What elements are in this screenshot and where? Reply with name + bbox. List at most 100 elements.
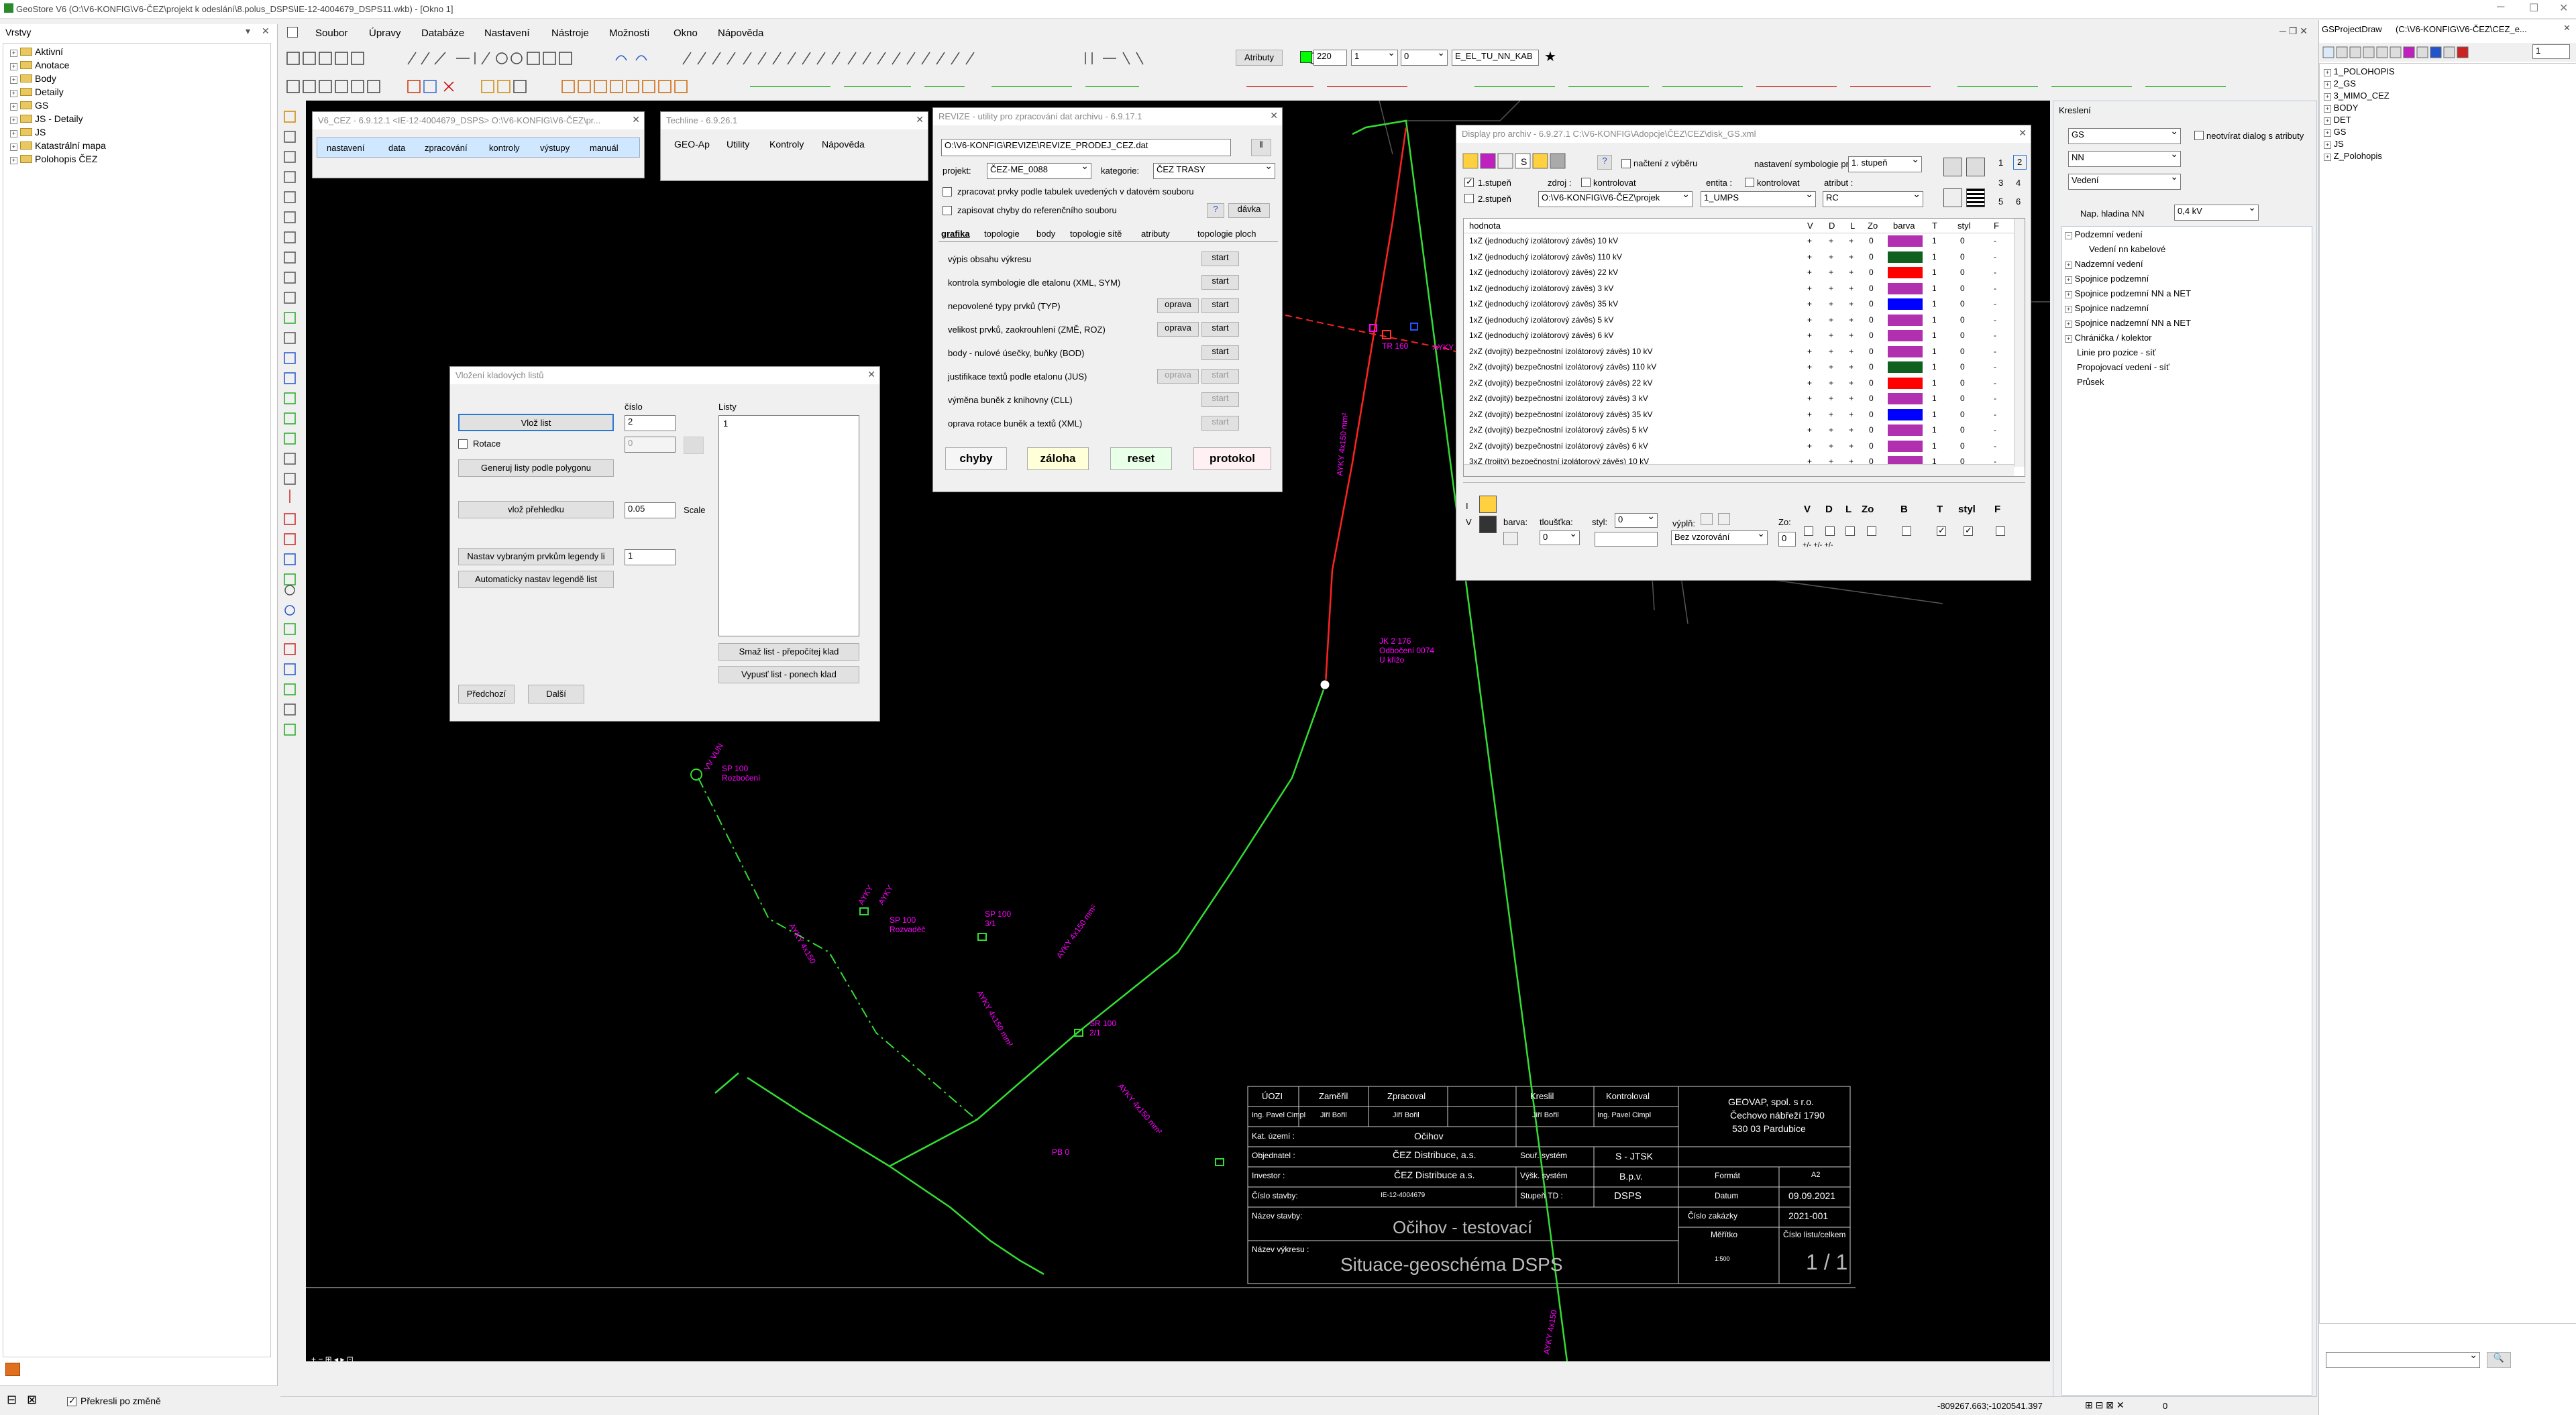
color-swatch[interactable] [1300,51,1312,63]
revize-protokol-button[interactable]: protokol [1193,447,1271,470]
display-table-row[interactable]: 2xZ (dvojitý) bezpečnostní izolátorový z… [1464,391,2014,406]
revize-start-button[interactable]: start [1201,275,1239,290]
v6cez-close-icon[interactable]: ✕ [632,114,640,125]
tree-item-detaily[interactable]: + Detaily [10,87,64,97]
gs-tree-mimo-cez[interactable]: + 3_MIMO_CEZ [2324,91,2390,101]
display-row-color-swatch[interactable] [1888,377,1923,389]
auto-legenda-button[interactable]: Automaticky nastav legendě list [458,571,614,588]
display-flag-t-checkbox[interactable] [1937,525,1946,536]
gs-tree-polohopis[interactable]: + 1_POLOHOPIS [2324,66,2395,76]
display-stupen2-checkbox[interactable] [1464,194,1474,203]
v6cez-menu-nastaveni[interactable]: nastavení [327,143,364,153]
display-entita-combo[interactable]: 1_UMPS [1701,191,1816,207]
display-nacteni-checkbox[interactable] [1621,159,1631,168]
display-table-row[interactable]: 1xZ (jednoduchý izolátorový závěs) 6 kV +… [1464,328,2014,343]
display-flag-styl-checkbox[interactable] [1964,525,1973,536]
display-table-row[interactable]: 2xZ (dvojitý) bezpečnostní izolátorový z… [1464,422,2014,438]
revize-chk-zpracovat[interactable] [943,187,952,196]
kresleni-tree-spojnice-nadzemni[interactable]: + Spojnice nadzemní [2065,303,2149,313]
layers-icon-a[interactable]: ⊟ [7,1393,17,1407]
kresleni-tree-spojnice-podzemni-nn[interactable]: + Spojnice podzemní NN a NET [2065,288,2191,298]
revize-close-icon[interactable]: ✕ [1270,110,1278,121]
techline-menu-kontroly[interactable]: Kontroly [769,139,804,150]
tree-item-polohopis-cez[interactable]: + Polohopis ČEZ [10,154,97,164]
vertical-toolbar-icons[interactable] [280,101,301,771]
display-fill-icon[interactable] [1479,516,1497,533]
kresleni-neotvirat-checkbox[interactable] [2194,131,2204,140]
display-table-vscroll[interactable] [2014,219,2025,467]
display-zdroj-kontrolovat-checkbox[interactable] [1581,178,1591,187]
display-num-4[interactable]: 4 [2016,178,2021,188]
menu-databaze[interactable]: Databáze [421,27,464,39]
display-close-icon[interactable]: ✕ [2019,127,2027,139]
v6cez-menu-data[interactable]: data [388,143,405,153]
star-icon[interactable]: ★ [1544,48,1556,65]
revize-oprava-button[interactable]: oprava [1157,322,1199,337]
display-row-color-swatch[interactable] [1888,282,1923,294]
display-table-row[interactable]: 2xZ (dvojitý) bezpečnostní izolátorový z… [1464,376,2014,391]
display-save-icon[interactable] [1966,158,1985,176]
panel-close-icon[interactable]: ✕ [262,25,270,37]
display-flag-f-checkbox[interactable] [1996,526,2005,536]
v6cez-menu-kontroly[interactable]: kontroly [489,143,520,153]
vlozeni-close-icon[interactable]: ✕ [867,369,875,380]
display-table-row[interactable]: 1xZ (jednoduchý izolátorový závěs) 5 kV +… [1464,313,2014,328]
kresleni-tree-nadzemni[interactable]: + Nadzemní vedení [2065,259,2143,269]
display-table-row[interactable]: 1xZ (jednoduchý izolátorový závěs) 110 k… [1464,249,2014,265]
menu-nastroje[interactable]: Nástroje [551,27,589,39]
display-row-color-swatch[interactable] [1888,440,1923,452]
revize-davka-button[interactable]: dávka [1228,203,1270,218]
revize-kategorie-combo[interactable]: ČEZ TRASY [1153,163,1275,179]
width-input[interactable]: 220 [1313,50,1347,66]
vlozeni-rotace-checkbox[interactable] [458,439,468,449]
gs-tree-2gs[interactable]: + 2_GS [2324,78,2356,89]
revize-reset-button[interactable]: reset [1110,447,1172,470]
techline-menu-geoap[interactable]: GEO-Ap [674,139,710,150]
kresleni-tree-propojovaci[interactable]: Propojovací vedení - síť [2077,362,2169,372]
layer-input[interactable]: E_EL_TU_NN_KAB [1452,50,1539,66]
gs-tree-z-polohopis[interactable]: + Z_Polohopis [2324,151,2382,161]
nastav-legendy-button[interactable]: Nastav vybraným prvkům legendy li [458,548,614,565]
atributy-button[interactable]: Atributy [1236,50,1283,66]
menu-nastaveni[interactable]: Nastavení [484,27,530,39]
revize-start-button[interactable]: start [1201,345,1239,360]
display-flag-d-checkbox[interactable] [1825,526,1835,536]
techline-close-icon[interactable]: ✕ [916,114,924,125]
revize-zaloha-button[interactable]: záloha [1027,447,1089,470]
revize-oprava-button[interactable]: oprava [1157,298,1199,313]
tree-item-anotace[interactable]: + Anotace [10,60,69,70]
vlozeni-listy-item[interactable]: 1 [723,418,728,429]
vlozeni-scale-input[interactable]: 0.05 [625,502,676,518]
display-row-color-swatch[interactable] [1888,298,1923,310]
display-row-color-swatch[interactable] [1888,408,1923,420]
revize-path-input[interactable]: O:\V6-KONFIG\REVIZE\REVIZE_PRODEJ_CEZ.da… [941,139,1231,156]
display-tloustka-combo[interactable]: 0 [1540,530,1580,545]
kresleni-combo-gs[interactable]: GS [2068,128,2181,144]
display-zo-input[interactable]: 0 [1778,532,1796,547]
revize-pause-button[interactable]: ‖ [1251,139,1271,156]
display-print-icon[interactable] [1943,158,1962,176]
toolbar-icons-2[interactable] [280,75,2313,99]
revize-chk-chyby[interactable] [943,206,952,215]
kresleni-tree-chranicka[interactable]: + Chránička / kolektor [2065,333,2152,343]
vlozeni-rotace-button[interactable] [684,437,704,454]
gs-tree-body[interactable]: + BODY [2324,103,2358,113]
layer-tool-icon[interactable] [5,1363,20,1376]
display-help-button[interactable]: ? [1597,155,1612,170]
display-toolbar-icons[interactable]: S [1462,152,1582,170]
toolbar-icons-1[interactable] [280,47,2313,71]
vlozeni-cislo-input[interactable]: 2 [625,415,676,431]
kresleni-tree-podzemni[interactable]: − Podzemní vedení [2065,229,2143,239]
menu-upravy[interactable]: Úpravy [369,27,401,39]
revize-start-button[interactable]: start [1201,251,1239,266]
tree-item-body[interactable]: + Body [10,73,56,84]
display-entita-kontrolovat-checkbox[interactable] [1745,178,1754,187]
minimize-icon[interactable]: ─ [2497,1,2504,13]
display-table-row[interactable]: 1xZ (jednoduchý izolátorový závěs) 10 kV… [1464,233,2014,249]
display-row-color-swatch[interactable] [1888,330,1923,341]
techline-menu-utility[interactable]: Utility [727,139,749,150]
revize-chyby-button[interactable]: chyby [945,447,1007,470]
revize-tab-body[interactable]: body [1036,229,1055,239]
display-vypln-combo[interactable]: Bez vzorování [1671,530,1768,545]
display-flag-b-checkbox[interactable] [1902,526,1911,536]
